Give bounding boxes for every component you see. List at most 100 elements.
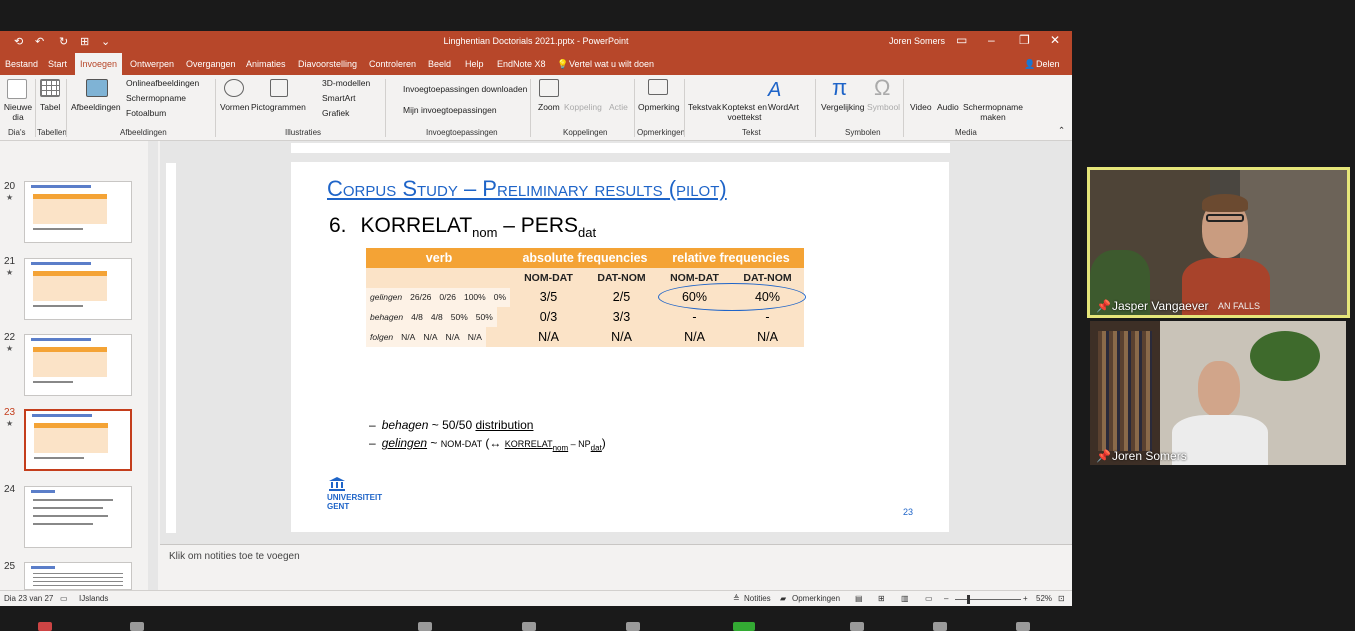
fit-to-window-icon[interactable]: ⊡ xyxy=(1058,594,1065,603)
slide-scrollbar[interactable] xyxy=(1062,141,1072,544)
3d-models-button[interactable]: 3D-modellen xyxy=(322,78,370,88)
record-icon[interactable] xyxy=(850,622,864,631)
comment-button[interactable]: Opmerking xyxy=(638,102,680,112)
pictures-button[interactable]: Afbeeldingen xyxy=(71,102,121,112)
tell-me-icon: 💡 xyxy=(557,59,569,69)
table-icon[interactable] xyxy=(40,79,60,97)
tab-ontwerpen[interactable]: Ontwerpen xyxy=(130,53,174,75)
zoom-button[interactable]: Zoom xyxy=(538,102,560,112)
security-icon[interactable] xyxy=(418,622,432,631)
share-screen-icon[interactable] xyxy=(733,622,755,631)
icons-icon[interactable] xyxy=(270,79,288,97)
chart-button[interactable]: Grafiek xyxy=(322,108,349,118)
shapes-icon[interactable] xyxy=(224,79,244,97)
screen-recording-button[interactable]: Schermopname maken xyxy=(962,102,1024,122)
reading-view-icon[interactable]: ▥ xyxy=(901,594,909,603)
ribbon-display-icon[interactable]: ▭ xyxy=(956,33,967,47)
tab-invoegen[interactable]: Invoegen xyxy=(75,53,123,75)
close-icon[interactable]: ✕ xyxy=(1050,33,1060,47)
my-addins-button[interactable]: Mijn invoegtoepassingen xyxy=(403,105,497,115)
smartart-button[interactable]: SmartArt xyxy=(322,93,356,103)
zoom-in-icon[interactable]: + xyxy=(1023,594,1028,603)
tab-endnote[interactable]: EndNote X8 xyxy=(497,53,546,75)
shapes-button[interactable]: Vormen xyxy=(220,102,249,112)
tab-bestand[interactable]: Bestand xyxy=(5,53,38,75)
tab-help[interactable]: Help xyxy=(465,53,484,75)
highlight-oval[interactable] xyxy=(658,283,806,311)
thumbnail-slide-21[interactable] xyxy=(24,258,132,320)
tab-diavoorstelling[interactable]: Diavoorstelling xyxy=(298,53,357,75)
equation-button[interactable]: Vergelijking xyxy=(821,102,864,112)
icons-button[interactable]: Pictogrammen xyxy=(251,102,306,112)
spellcheck-icon[interactable]: ▭ xyxy=(60,594,68,603)
slide-heading[interactable]: 6. KORRELATnom – PERSdat xyxy=(329,214,596,240)
divider xyxy=(815,79,816,137)
notes-placeholder[interactable]: Klik om notities toe te voegen xyxy=(169,551,300,562)
tab-overgangen[interactable]: Overgangen xyxy=(186,53,236,75)
zoom-icon[interactable] xyxy=(539,79,559,97)
symbol-icon[interactable]: Ω xyxy=(874,75,890,101)
table-cell: 0/26 xyxy=(435,287,460,308)
tab-beeld[interactable]: Beeld xyxy=(428,53,451,75)
get-addins-button[interactable]: Invoegtoepassingen downloaden xyxy=(403,84,527,94)
tell-me-search[interactable]: Vertel wat u wilt doen xyxy=(569,53,654,75)
thumbnail-slide-22[interactable] xyxy=(24,334,132,396)
symbol-button[interactable]: Symbool xyxy=(867,102,900,112)
thumbnail-slide-23[interactable] xyxy=(24,409,132,471)
tab-animaties[interactable]: Animaties xyxy=(246,53,286,75)
audio-button[interactable]: Audio xyxy=(937,102,959,112)
chat-icon[interactable] xyxy=(626,622,640,631)
table-cell xyxy=(366,267,512,288)
wordart-icon[interactable]: A xyxy=(768,79,781,102)
notes-button[interactable]: Notities xyxy=(744,594,771,603)
online-pictures-button[interactable]: Onlineafbeeldingen xyxy=(126,78,199,88)
new-slide-icon[interactable] xyxy=(7,79,27,99)
video-button[interactable]: Video xyxy=(910,102,932,112)
participant-video[interactable]: 📌 Joren Somers xyxy=(1090,321,1346,465)
comments-button[interactable]: Opmerkingen xyxy=(792,594,840,603)
reactions-icon[interactable] xyxy=(1016,622,1030,631)
video-icon[interactable] xyxy=(130,622,144,631)
breakout-icon[interactable] xyxy=(933,622,947,631)
slide-sorter-icon[interactable]: ⊞ xyxy=(878,594,885,603)
slide-title[interactable]: Corpus Study – Preliminary results (pilo… xyxy=(327,176,727,202)
zoom-out-icon[interactable]: – xyxy=(944,594,948,603)
current-slide[interactable]: Corpus Study – Preliminary results (pilo… xyxy=(291,162,949,532)
wordart-button[interactable]: WordArt xyxy=(768,102,799,112)
equation-icon[interactable]: π xyxy=(832,75,847,101)
zoom-slider[interactable] xyxy=(955,599,1021,600)
participant-video[interactable]: 📌 Jasper Vangaever AN FALLS xyxy=(1087,167,1350,318)
new-slide-button[interactable]: Nieuwe dia xyxy=(3,102,33,122)
zoom-slider-thumb[interactable] xyxy=(967,595,970,604)
tab-start[interactable]: Start xyxy=(48,53,67,75)
textbox-button[interactable]: Tekstvak xyxy=(688,102,721,112)
normal-view-icon[interactable]: ▤ xyxy=(855,594,863,603)
animation-star-icon: ★ xyxy=(6,344,14,353)
participants-icon[interactable] xyxy=(522,622,536,631)
slide-bullets[interactable]: – behagen ~ 50/50 distribution – gelingen … xyxy=(369,418,606,454)
pictures-icon[interactable] xyxy=(86,79,108,97)
zoom-level[interactable]: 52% xyxy=(1036,594,1052,603)
comment-icon[interactable] xyxy=(648,79,668,95)
user-name[interactable]: Joren Somers xyxy=(889,36,945,46)
link-button[interactable]: Koppeling xyxy=(564,102,602,112)
screenshot-button[interactable]: Schermopname xyxy=(126,93,186,103)
minimize-icon[interactable]: – xyxy=(988,33,995,47)
header-footer-button[interactable]: Koptekst en voettekst xyxy=(722,102,767,122)
collapse-ribbon-icon[interactable]: ⌃ xyxy=(1058,125,1065,136)
thumbnail-slide-25[interactable] xyxy=(24,562,132,590)
notes-pane[interactable]: Klik om notities toe te voegen xyxy=(160,544,1072,590)
thumbnail-slide-20[interactable] xyxy=(24,181,132,243)
tab-controleren[interactable]: Controleren xyxy=(369,53,416,75)
slideshow-icon[interactable]: ▭ xyxy=(925,594,933,603)
restore-icon[interactable]: ❐ xyxy=(1019,33,1030,47)
share-button[interactable]: Delen xyxy=(1036,53,1060,75)
thumbnails-scrollbar[interactable] xyxy=(148,141,158,590)
language-indicator[interactable]: IJslands xyxy=(79,594,108,603)
photo-album-button[interactable]: Fotoalbum xyxy=(126,108,166,118)
action-button[interactable]: Actie xyxy=(609,102,628,112)
table-button[interactable]: Tabel xyxy=(40,102,60,112)
thumbnail-slide-24[interactable] xyxy=(24,486,132,548)
mute-icon[interactable] xyxy=(38,622,52,631)
table-cell: N/A xyxy=(419,327,442,347)
